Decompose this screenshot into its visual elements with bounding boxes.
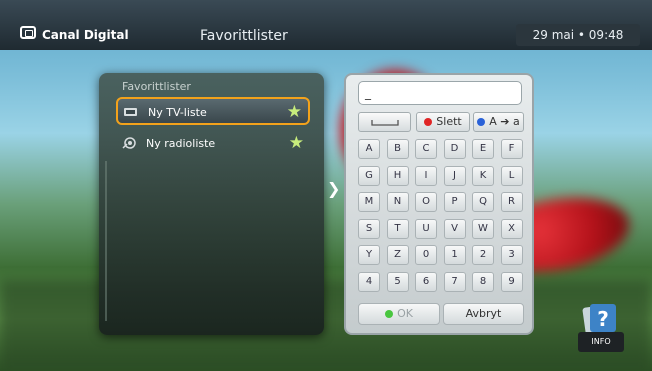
key-v[interactable]: V — [443, 218, 466, 239]
svg-text:?: ? — [597, 307, 609, 331]
list-item-radio[interactable]: Ny radioliste ★ — [116, 130, 310, 158]
scrollbar[interactable] — [105, 161, 107, 321]
key-9[interactable]: 9 — [500, 271, 523, 292]
key-u[interactable]: U — [415, 218, 437, 239]
list-item-label: Ny TV-liste — [148, 106, 207, 119]
delete-label: Slett — [436, 115, 462, 128]
key-g[interactable]: G — [358, 165, 380, 186]
key-l[interactable]: L — [500, 165, 523, 186]
date-time: 29 mai • 09:48 — [516, 24, 640, 46]
header-bar: Canal Digital Favorittlister 29 mai • 09… — [0, 0, 652, 50]
key-5[interactable]: 5 — [386, 271, 409, 292]
green-button-icon — [385, 310, 394, 318]
list-item-tv[interactable]: Ny TV-liste ★ — [116, 97, 310, 125]
key-w[interactable]: W — [472, 218, 494, 239]
key-f[interactable]: F — [500, 139, 523, 159]
key-a[interactable]: A — [358, 139, 380, 159]
ok-button[interactable]: OK — [358, 303, 440, 325]
key-b[interactable]: B — [386, 139, 409, 159]
key-n[interactable]: N — [386, 192, 409, 212]
key-h[interactable]: H — [386, 165, 409, 186]
background-grass — [0, 280, 652, 371]
chevron-right-icon: ❯ — [327, 179, 341, 198]
key-q[interactable]: Q — [472, 192, 494, 212]
favorites-panel: Favorittlister Ny TV-liste ★ Ny radiolis… — [99, 73, 324, 335]
key-4[interactable]: 4 — [358, 271, 380, 292]
key-c[interactable]: C — [415, 139, 437, 159]
brand-logo: Canal Digital — [20, 26, 129, 42]
cancel-label: Avbryt — [465, 307, 502, 320]
screen: Canal Digital Favorittlister 29 mai • 09… — [0, 0, 652, 371]
case-label: A ➔ a — [489, 115, 520, 128]
star-icon: ★ — [288, 133, 304, 153]
key-j[interactable]: J — [443, 165, 466, 186]
page-title: Favorittlister — [200, 28, 288, 44]
brand-name: Canal Digital — [42, 28, 129, 42]
blue-button-icon — [477, 118, 486, 126]
panel-title: Favorittlister — [122, 80, 191, 93]
cancel-button[interactable]: Avbryt — [443, 303, 524, 325]
key-2[interactable]: 2 — [472, 245, 494, 265]
ok-label: OK — [397, 307, 413, 320]
key-s[interactable]: S — [358, 218, 380, 239]
key-y[interactable]: Y — [358, 245, 380, 265]
space-key[interactable] — [358, 112, 411, 132]
tv-logo-icon — [20, 26, 36, 39]
case-toggle-button[interactable]: A ➔ a — [473, 112, 524, 132]
key-e[interactable]: E — [472, 139, 494, 159]
key-x[interactable]: X — [500, 218, 523, 239]
key-3[interactable]: 3 — [500, 245, 523, 265]
key-k[interactable]: K — [472, 165, 494, 186]
key-i[interactable]: I — [415, 165, 437, 186]
key-6[interactable]: 6 — [415, 271, 437, 292]
info-label: INFO — [578, 332, 624, 352]
help-icon: ? — [582, 304, 616, 336]
key-t[interactable]: T — [386, 218, 409, 239]
space-icon — [370, 120, 399, 126]
list-item-label: Ny radioliste — [146, 137, 216, 150]
red-button-icon — [424, 118, 433, 126]
radio-icon — [122, 137, 136, 149]
info-button[interactable]: ? INFO — [578, 300, 624, 352]
key-7[interactable]: 7 — [443, 271, 466, 292]
key-m[interactable]: M — [358, 192, 380, 212]
key-1[interactable]: 1 — [443, 245, 466, 265]
key-p[interactable]: P — [443, 192, 466, 212]
key-0[interactable]: 0 — [415, 245, 437, 265]
star-icon: ★ — [286, 102, 302, 122]
key-d[interactable]: D — [443, 139, 466, 159]
tv-icon — [124, 108, 137, 116]
key-o[interactable]: O — [415, 192, 437, 212]
key-8[interactable]: 8 — [472, 271, 494, 292]
delete-button[interactable]: Slett — [416, 112, 470, 132]
name-input[interactable]: _ — [358, 81, 522, 105]
key-z[interactable]: Z — [386, 245, 409, 265]
key-r[interactable]: R — [500, 192, 523, 212]
onscreen-keyboard: _ Slett A ➔ a ABCDEF GHIJKL MNOPQR STUVWX YZ… — [344, 73, 534, 335]
